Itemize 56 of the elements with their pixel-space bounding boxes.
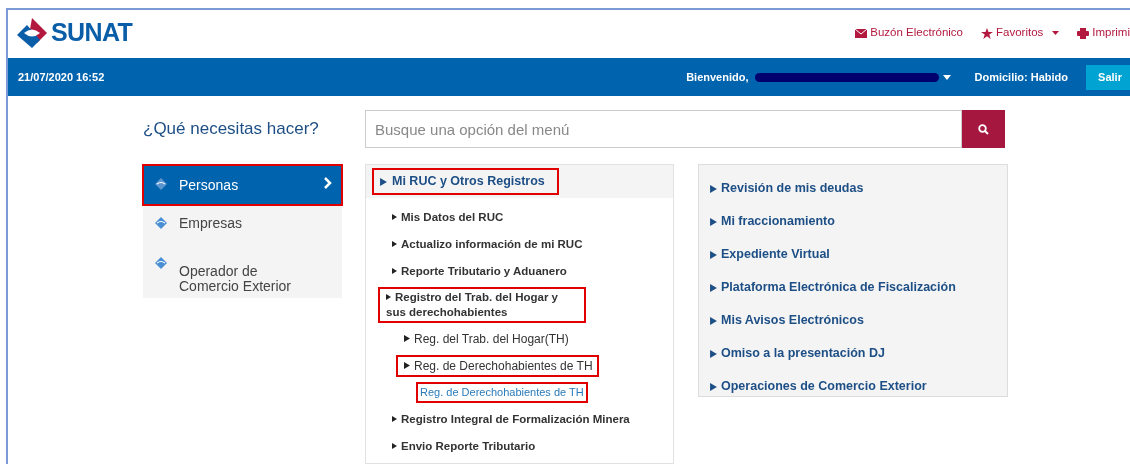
header-link[interactable]: Buzón Electrónico [855, 24, 963, 42]
logo-icon [15, 16, 49, 50]
menu-item[interactable]: Reg. de Derechohabientes de TH [398, 356, 597, 375]
quick-link[interactable]: Mis Avisos Electrónicos [710, 304, 864, 337]
menu-item[interactable]: Registro del Trab. del Hogar y sus derechohabientes [380, 289, 584, 321]
triangle-icon [710, 217, 717, 226]
diamond-logo-icon [155, 257, 167, 271]
quick-link[interactable]: Omiso a la presentación DJ [710, 337, 885, 370]
menu-item[interactable]: Reg. del Trab. del Hogar(TH) [398, 329, 573, 348]
triangle-icon [392, 214, 397, 221]
search-icon [978, 123, 989, 135]
menu-item[interactable]: Registro Integral de Formalización Minera [386, 412, 634, 427]
caret-icon[interactable] [942, 74, 951, 80]
category-item[interactable]: Personas [143, 165, 342, 205]
search-button[interactable] [962, 110, 1005, 148]
triangle-icon [392, 241, 397, 248]
search-field[interactable]: Busque una opción del menú [365, 110, 962, 148]
quick-link[interactable]: Expediente Virtual [710, 238, 830, 271]
triangle-icon [404, 362, 410, 370]
triangle-icon [404, 335, 410, 343]
category-item[interactable]: Operador de Comercio Exterior [143, 245, 342, 294]
menu-link[interactable]: Reg. de Derechohabientes de TH [418, 384, 586, 401]
envelope-icon [855, 28, 868, 38]
star-icon [981, 27, 993, 39]
date-time: 21/07/2020 16:52 [18, 69, 105, 85]
triangle-icon [710, 184, 717, 193]
header-link[interactable]: Favoritos [981, 24, 1060, 42]
triangle-icon [710, 382, 717, 391]
page-question: ¿Qué necesitas hacer? [143, 118, 320, 141]
quick-link[interactable]: Mi fraccionamiento [710, 205, 835, 238]
triangle-icon [710, 316, 717, 325]
header-link[interactable]: Imprimi [1077, 24, 1130, 42]
menu-section-title[interactable]: Mi RUC y Otros Registros [372, 168, 559, 195]
quick-link[interactable]: Operaciones de Comercio Exterior [710, 370, 927, 403]
category-item[interactable]: Empresas [143, 205, 342, 245]
triangle-icon [710, 250, 717, 259]
logo-text: SUNAT [51, 17, 133, 49]
triangle-icon [386, 294, 391, 301]
quick-link[interactable]: Revisión de mis deudas [710, 172, 864, 205]
quick-link[interactable]: Plataforma Electrónica de Fiscalización [710, 271, 956, 304]
triangle-icon [392, 416, 397, 423]
triangle-icon [392, 268, 397, 275]
domicile-status: Domicilio: Habido [974, 69, 1068, 85]
triangle-icon [380, 177, 387, 186]
triangle-icon [710, 349, 717, 358]
triangle-icon [392, 443, 397, 450]
diamond-logo-icon [155, 178, 167, 192]
chevron-right-icon [324, 177, 332, 189]
welcome-text: Bienvenido, [686, 69, 749, 85]
triangle-icon [710, 283, 717, 292]
menu-item[interactable]: Actualizo información de mi RUC [386, 237, 587, 252]
menu-item[interactable]: Reporte Tributario y Aduanero [386, 264, 571, 279]
diamond-logo-icon [155, 217, 167, 231]
menu-item[interactable]: Mis Datos del RUC [386, 210, 508, 225]
menu-item[interactable]: Envio Reporte Tributario [386, 439, 540, 454]
caret-icon [1052, 31, 1060, 35]
